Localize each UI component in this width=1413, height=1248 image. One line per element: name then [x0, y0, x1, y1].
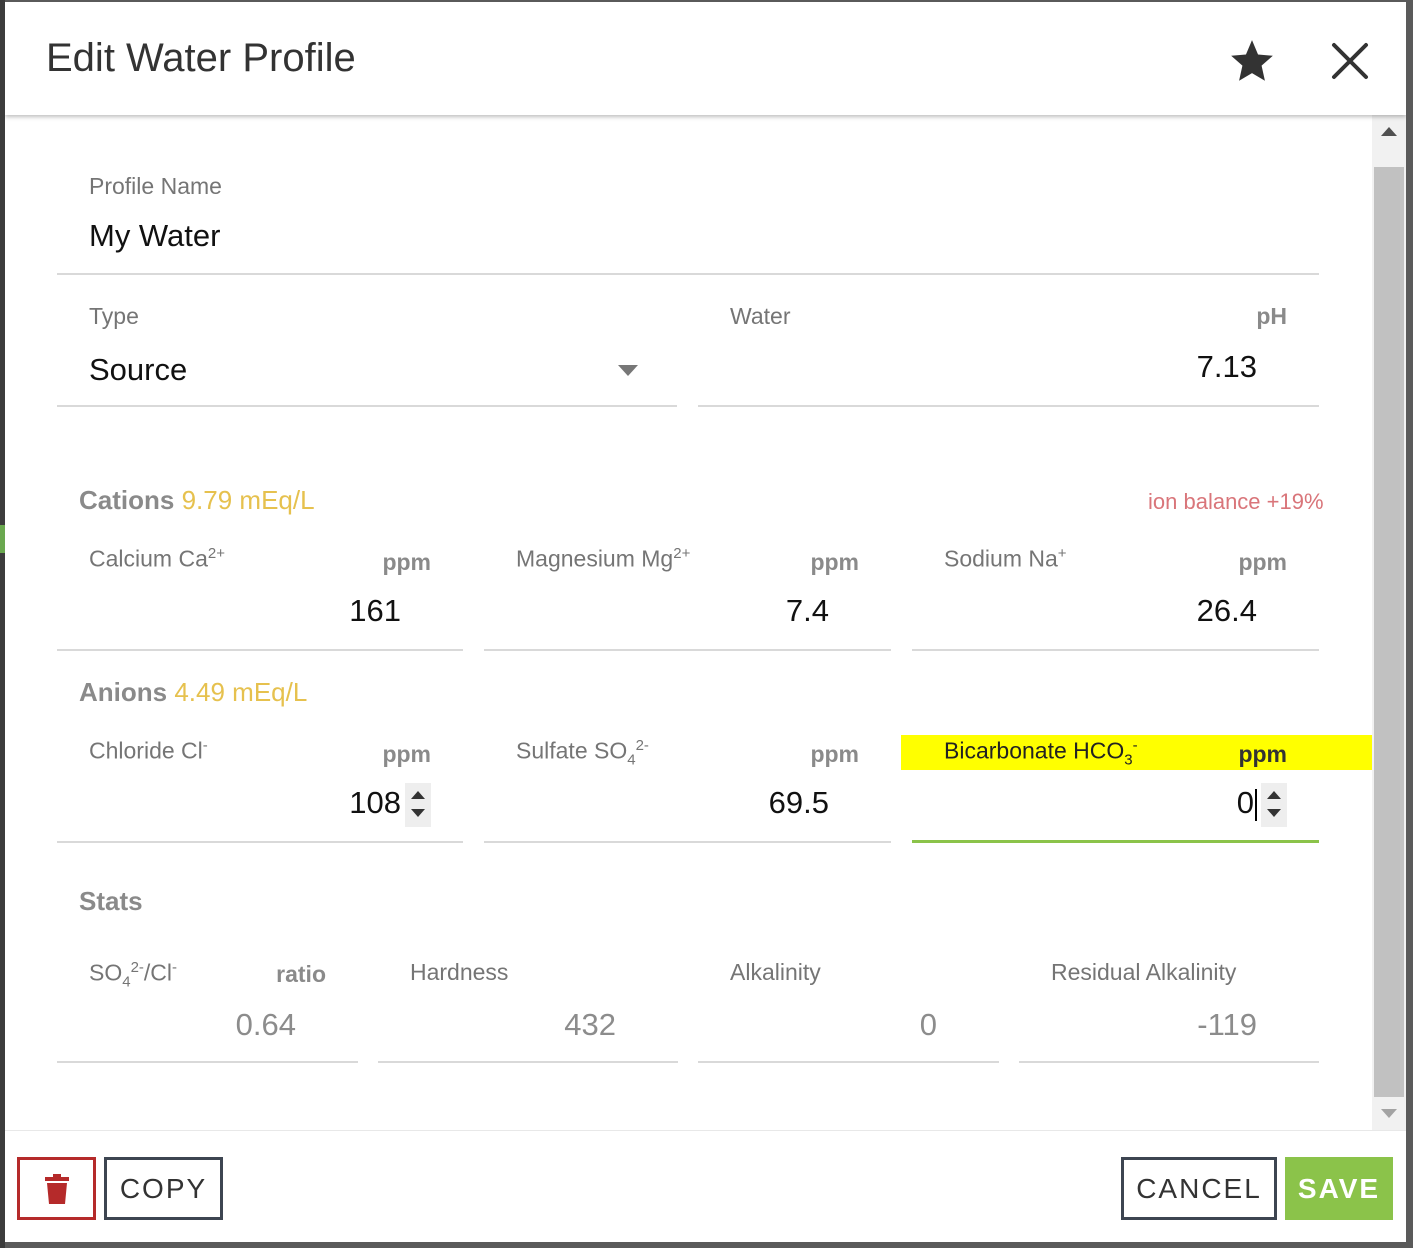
scroll-down-icon[interactable] [1381, 1109, 1397, 1118]
scroll-up-icon[interactable] [1381, 127, 1397, 136]
bicarbonate-stepper[interactable] [1261, 783, 1287, 827]
edit-water-profile-dialog: Edit Water Profile Profile Name My Water… [5, 2, 1406, 1242]
ion-balance-badge: ion balance +19% [1148, 489, 1324, 514]
vertical-scrollbar[interactable] [1372, 115, 1406, 1130]
dialog-title: Edit Water Profile [46, 36, 356, 80]
alkalinity-value: 0 [919, 1007, 937, 1042]
text-cursor [1255, 788, 1257, 821]
stepper-down-icon[interactable] [1267, 809, 1281, 817]
bicarbonate-field[interactable]: Bicarbonate HCO3- ppm 0 [912, 723, 1319, 843]
anions-title: Anions [79, 677, 168, 707]
ph-input[interactable]: 7.13 [1197, 349, 1257, 385]
calcium-unit: ppm [382, 549, 431, 575]
profile-name-label: Profile Name [89, 173, 222, 199]
hardness-field: Hardness 432 [378, 943, 678, 1063]
calcium-field[interactable]: Calcium Ca2+ ppm 161 [57, 531, 463, 651]
cancel-button[interactable]: CANCEL [1121, 1157, 1277, 1220]
calcium-input[interactable]: 161 [349, 593, 401, 629]
alkalinity-label: Alkalinity [730, 959, 821, 985]
bicarbonate-input[interactable]: 0 [1237, 785, 1257, 821]
trash-icon [44, 1173, 69, 1204]
dialog-header: Edit Water Profile [5, 2, 1406, 115]
dialog-body: Profile Name My Water Type Source Water … [5, 115, 1396, 1130]
type-value: Source [89, 352, 188, 387]
sulfate-label: Sulfate SO42- [516, 737, 649, 769]
profile-name-input[interactable]: My Water [89, 218, 220, 254]
dropdown-arrow-icon [618, 365, 638, 376]
chloride-input[interactable]: 108 [349, 785, 401, 821]
stepper-down-icon[interactable] [411, 809, 425, 817]
alkalinity-field: Alkalinity 0 [698, 943, 999, 1063]
bicarbonate-unit: ppm [1238, 741, 1287, 767]
favorite-star-icon[interactable] [1227, 36, 1277, 86]
water-ph-field[interactable]: Water pH 7.13 [698, 287, 1319, 407]
residual-alkalinity-value: -119 [1197, 1007, 1257, 1042]
sodium-field[interactable]: Sodium Na+ ppm 26.4 [912, 531, 1319, 651]
delete-button[interactable] [17, 1157, 96, 1220]
magnesium-input[interactable]: 7.4 [786, 593, 829, 629]
calcium-label: Calcium Ca2+ [89, 545, 225, 572]
hardness-value: 432 [564, 1007, 616, 1042]
ratio-field: SO42-/Cl- ratio 0.64 [57, 943, 358, 1063]
dialog-footer: COPY CANCEL SAVE [5, 1130, 1406, 1242]
ratio-value: 0.64 [235, 1007, 296, 1042]
magnesium-unit: ppm [810, 549, 859, 575]
cations-title: Cations [79, 485, 175, 515]
type-select[interactable]: Type Source [57, 287, 677, 407]
stats-heading: Stats [79, 886, 143, 916]
sulfate-input[interactable]: 69.5 [769, 785, 829, 821]
stepper-up-icon[interactable] [1267, 791, 1281, 799]
sulfate-field[interactable]: Sulfate SO42- ppm 69.5 [484, 723, 891, 843]
ratio-label: SO42-/Cl- [89, 959, 178, 991]
magnesium-field[interactable]: Magnesium Mg2+ ppm 7.4 [484, 531, 891, 651]
sulfate-unit: ppm [810, 741, 859, 767]
chloride-field[interactable]: Chloride Cl- ppm 108 [57, 723, 463, 843]
sodium-input[interactable]: 26.4 [1197, 593, 1257, 629]
type-label: Type [89, 303, 139, 329]
bicarbonate-label: Bicarbonate HCO3- [944, 737, 1138, 769]
cations-heading: Cations 9.79 mEq/L [79, 485, 315, 516]
close-icon[interactable] [1327, 38, 1373, 84]
hardness-label: Hardness [410, 959, 509, 985]
ratio-unit: ratio [276, 961, 326, 987]
chloride-stepper[interactable] [405, 783, 431, 827]
residual-alkalinity-label: Residual Alkalinity [1051, 959, 1237, 985]
chloride-unit: ppm [382, 741, 431, 767]
magnesium-label: Magnesium Mg2+ [516, 545, 691, 572]
profile-name-field[interactable]: Profile Name My Water [57, 157, 1319, 275]
sodium-label: Sodium Na+ [944, 545, 1067, 572]
save-button[interactable]: SAVE [1285, 1157, 1393, 1220]
anions-meq: 4.49 mEq/L [174, 677, 308, 707]
chloride-label: Chloride Cl- [89, 737, 208, 764]
cations-meq: 9.79 mEq/L [181, 485, 315, 515]
copy-button[interactable]: COPY [104, 1157, 223, 1220]
residual-alkalinity-field: Residual Alkalinity -119 [1019, 943, 1319, 1063]
ph-unit-label: pH [1256, 303, 1287, 329]
scroll-thumb[interactable] [1374, 167, 1404, 1097]
sodium-unit: ppm [1238, 549, 1287, 575]
anions-heading: Anions 4.49 mEq/L [79, 677, 307, 708]
water-label: Water [730, 303, 791, 329]
stepper-up-icon[interactable] [411, 791, 425, 799]
